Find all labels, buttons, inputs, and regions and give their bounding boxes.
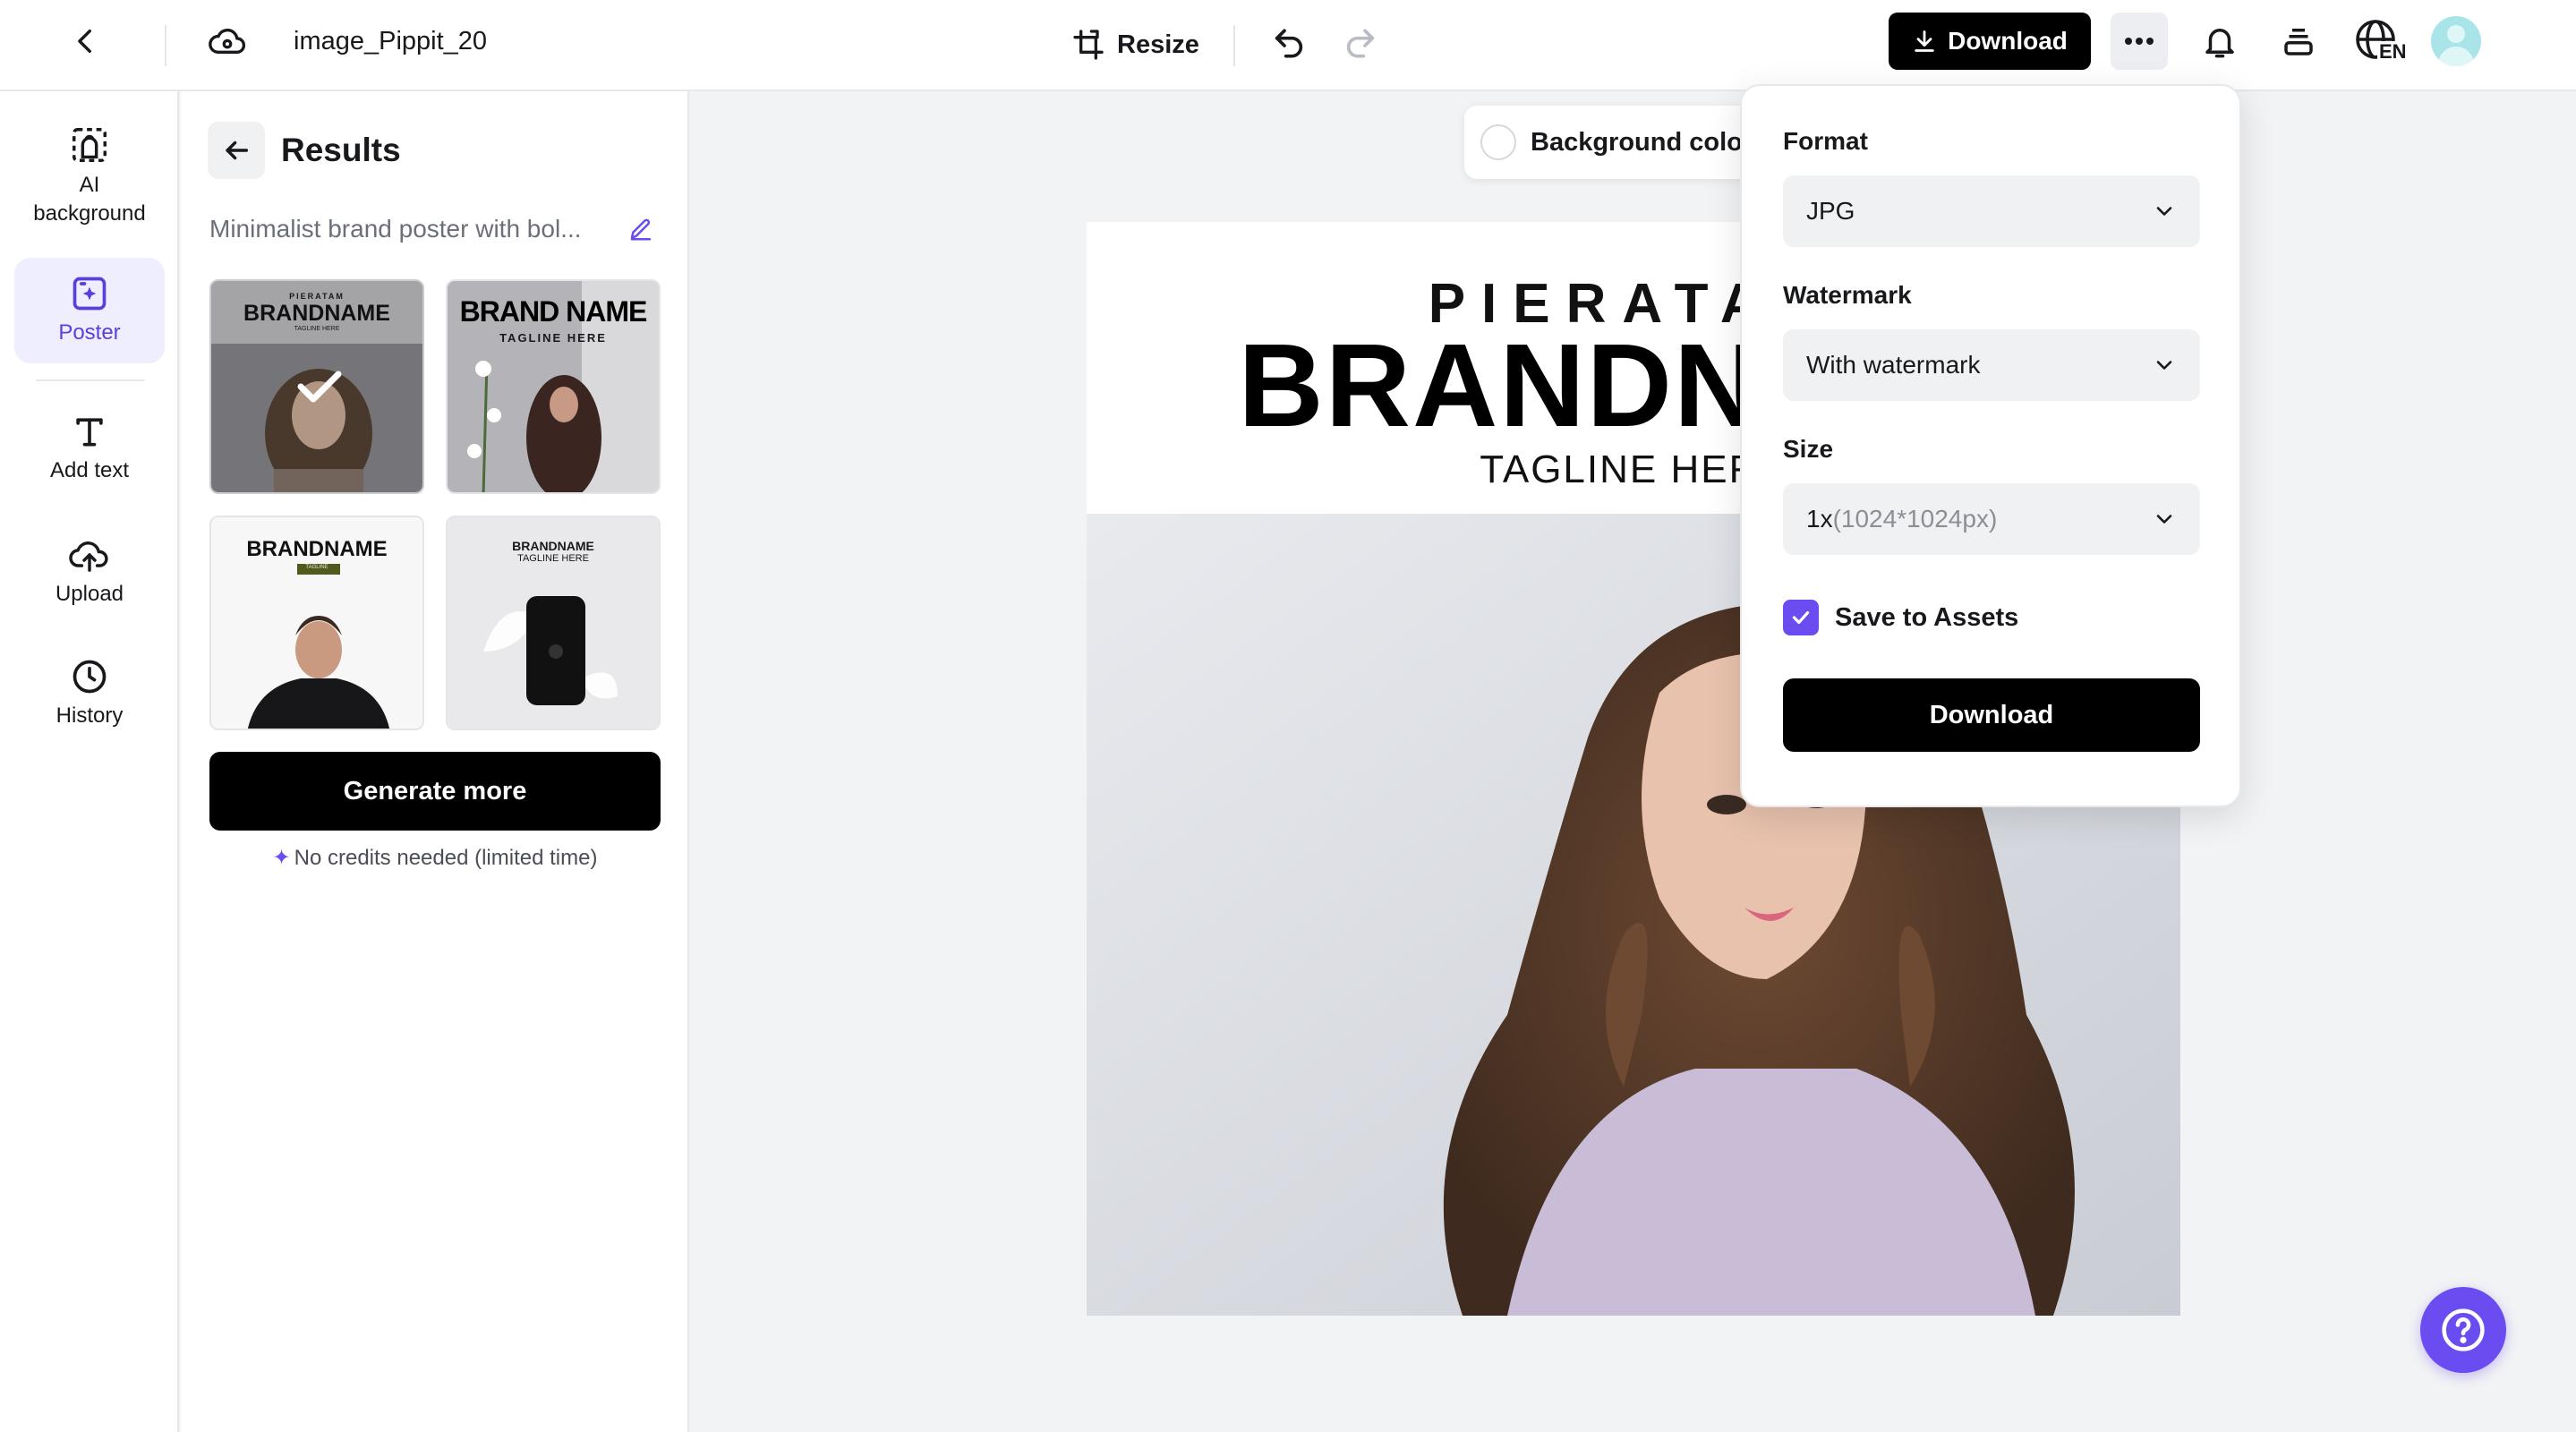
rail-label: Add text bbox=[49, 458, 130, 482]
results-back-button[interactable] bbox=[208, 122, 265, 179]
thumbnail-pretitle: PIERATAM bbox=[289, 292, 345, 301]
cloud-sync-icon[interactable] bbox=[199, 13, 256, 70]
result-thumbnail-1[interactable]: PIERATAM BRANDNAME TAGLINE HERE bbox=[209, 279, 424, 494]
text-icon bbox=[76, 418, 103, 447]
rail-item-history[interactable]: History bbox=[14, 641, 165, 746]
language-code: EN bbox=[2377, 40, 2409, 63]
credits-text: No credits needed (limited time) bbox=[294, 846, 598, 870]
poster-icon bbox=[73, 277, 107, 311]
resize-label: Resize bbox=[1117, 30, 1199, 59]
rail-item-upload[interactable]: Upload bbox=[14, 519, 165, 625]
chevron-down-icon bbox=[2156, 515, 2172, 524]
thumbnail-tagline: TAGLINE bbox=[305, 565, 328, 570]
history-icon bbox=[73, 660, 107, 694]
rail-label: AI background bbox=[33, 173, 146, 226]
result-thumbnail-4[interactable]: BRANDNAME TAGLINE HERE bbox=[446, 516, 661, 730]
thumbnail-brand: BRAND NAME bbox=[459, 295, 648, 328]
checkmark-icon bbox=[1792, 610, 1810, 625]
top-bar: image_Pippit_20 Resize Download EN bbox=[0, 0, 2576, 91]
resize-button[interactable]: Resize bbox=[1070, 20, 1199, 70]
rail-label: History bbox=[55, 703, 124, 728]
download-icon bbox=[1915, 30, 1934, 52]
color-swatch bbox=[1480, 124, 1516, 160]
size-dimensions: (1024*1024px) bbox=[1832, 505, 1998, 533]
result-thumbnail-2[interactable]: BRAND NAME TAGLINE HERE bbox=[446, 279, 661, 494]
thumbnail-brand: BRANDNAME bbox=[512, 539, 594, 553]
watermark-label: Watermark bbox=[1783, 281, 1912, 309]
download-label: Download bbox=[1948, 27, 2068, 55]
undo-icon[interactable] bbox=[1260, 13, 1318, 70]
format-value: JPG bbox=[1806, 197, 1855, 225]
thumbnail-tagline: TAGLINE HERE bbox=[294, 326, 340, 332]
arrow-left-icon bbox=[226, 141, 249, 160]
divider bbox=[1233, 25, 1235, 66]
result-thumbnail-3[interactable]: BRANDNAME TAGLINE bbox=[209, 516, 424, 730]
thumbnail-tagline: TAGLINE HERE bbox=[517, 553, 589, 564]
format-label: Format bbox=[1783, 127, 1868, 155]
more-options-button[interactable] bbox=[2111, 13, 2168, 70]
sparkle-icon: ✦ bbox=[272, 846, 291, 870]
panel-title: Results bbox=[281, 132, 401, 168]
help-button[interactable] bbox=[2420, 1287, 2506, 1373]
help-icon bbox=[2442, 1308, 2485, 1351]
thumbnail-tagline: TAGLINE HERE bbox=[499, 331, 607, 345]
background-color-button[interactable]: Background color bbox=[1464, 106, 1769, 179]
size-select[interactable]: 1x(1024*1024px) bbox=[1783, 483, 2200, 555]
prompt-text: Minimalist brand poster with bol... bbox=[209, 215, 582, 243]
download-button[interactable]: Download bbox=[1889, 13, 2091, 70]
rail-item-add-text[interactable]: Add text bbox=[14, 396, 165, 501]
watermark-value: With watermark bbox=[1806, 351, 1981, 379]
rail-item-poster[interactable]: Poster bbox=[14, 258, 165, 363]
credits-note: ✦ No credits needed (limited time) bbox=[209, 843, 661, 874]
resize-icon bbox=[1073, 30, 1104, 60]
inbox-stack-icon[interactable] bbox=[2270, 13, 2327, 70]
popover-download-button[interactable]: Download bbox=[1783, 678, 2200, 752]
chevron-down-icon bbox=[2156, 207, 2172, 216]
size-value: 1x(1024*1024px) bbox=[1806, 505, 1997, 533]
watermark-select[interactable]: With watermark bbox=[1783, 329, 2200, 401]
generate-more-button[interactable]: Generate more bbox=[209, 752, 661, 831]
rail-item-ai-background[interactable]: AI background bbox=[14, 118, 165, 234]
ai-background-icon bbox=[73, 128, 107, 162]
rail-label: Upload bbox=[55, 582, 124, 606]
download-popover: Format JPG Watermark With watermark Size… bbox=[1740, 84, 2241, 807]
rail-label: Poster bbox=[58, 320, 121, 345]
upload-icon bbox=[69, 541, 108, 572]
thumbnail-brand: BRANDNAME bbox=[243, 301, 390, 326]
edit-prompt-icon[interactable] bbox=[625, 213, 657, 245]
save-to-assets-label[interactable]: Save to Assets bbox=[1835, 601, 2018, 634]
rail-divider bbox=[36, 379, 145, 381]
results-panel: Results Minimalist brand poster with bol… bbox=[181, 91, 689, 1432]
globe-language-icon[interactable]: EN bbox=[2352, 16, 2410, 70]
save-to-assets-checkbox[interactable] bbox=[1783, 600, 1819, 635]
divider bbox=[165, 25, 166, 66]
format-select[interactable]: JPG bbox=[1783, 175, 2200, 247]
thumbnail-brand: BRANDNAME bbox=[246, 537, 388, 561]
avatar[interactable] bbox=[2431, 16, 2481, 66]
size-multiplier: 1x bbox=[1806, 505, 1833, 533]
redo-icon[interactable] bbox=[1332, 13, 1389, 70]
more-icon bbox=[2125, 38, 2154, 45]
size-label: Size bbox=[1783, 435, 1834, 463]
file-name[interactable]: image_Pippit_20 bbox=[294, 23, 487, 59]
chevron-down-icon bbox=[2156, 361, 2172, 370]
bell-icon[interactable] bbox=[2191, 13, 2248, 70]
background-color-label: Background color bbox=[1531, 127, 1753, 157]
back-arrow-icon[interactable] bbox=[57, 13, 115, 70]
tool-rail: AI background Poster Add text Upload His… bbox=[0, 91, 179, 1432]
